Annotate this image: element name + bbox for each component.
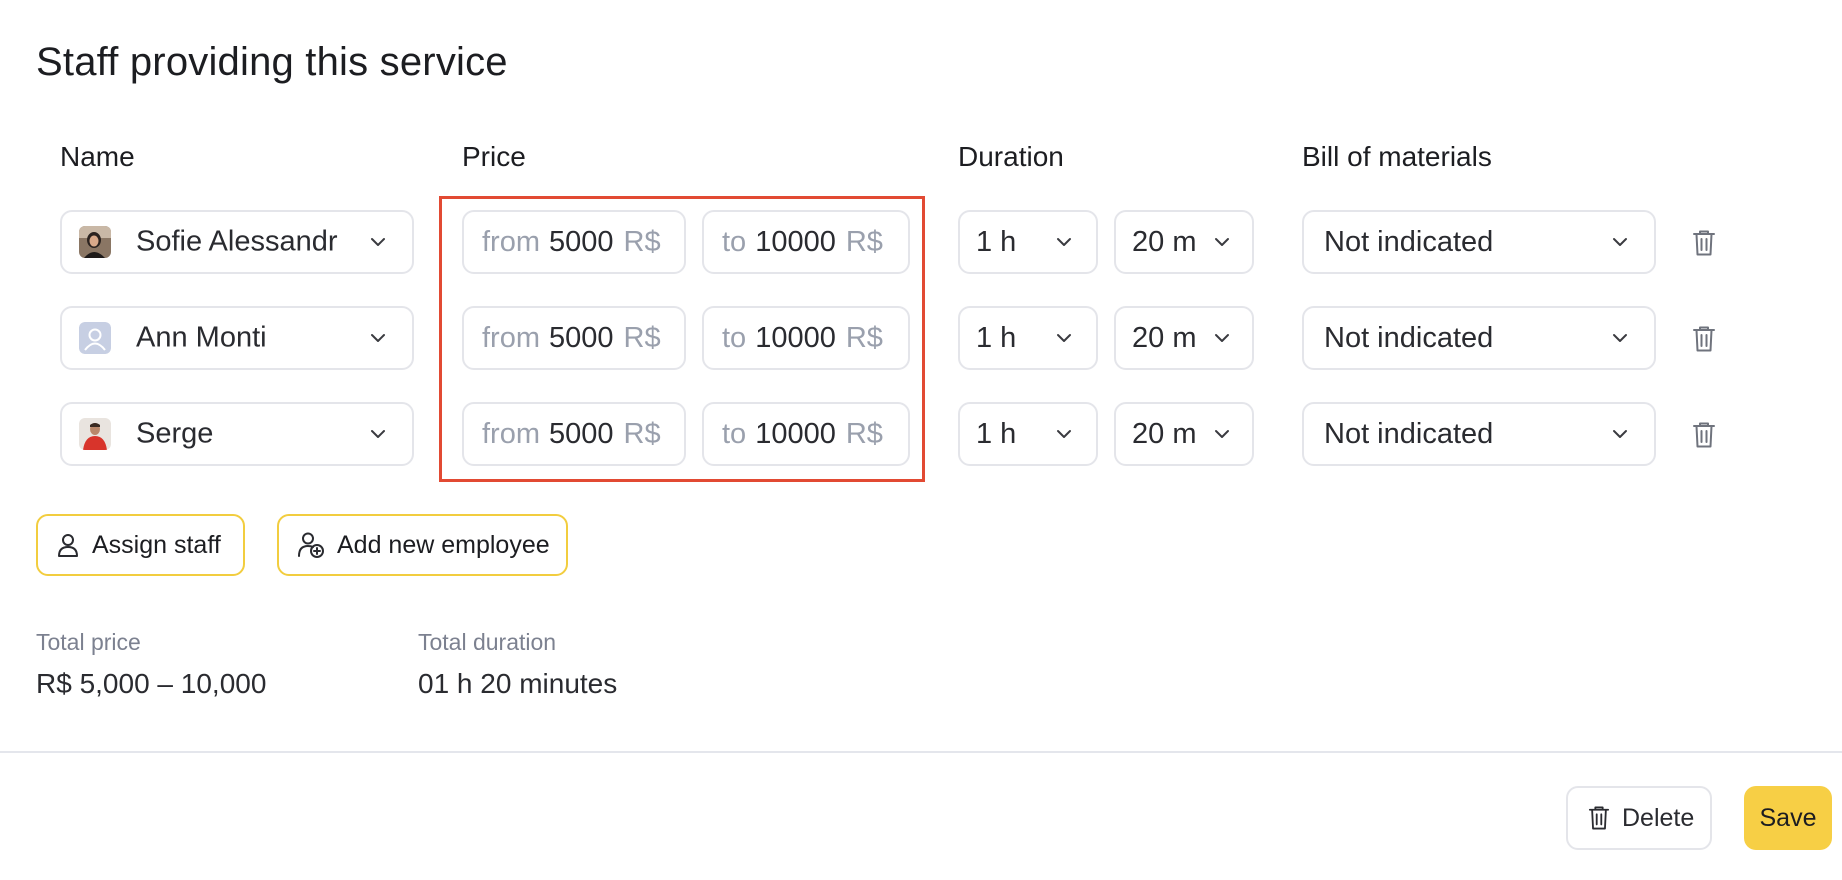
duration-hours-value: 1 h [976, 225, 1017, 258]
column-header-bill-of-materials: Bill of materials [1302, 141, 1492, 172]
chevron-down-icon [1056, 237, 1072, 247]
staff-name: Sofie Alessandr [136, 225, 338, 258]
trash-icon[interactable] [1692, 325, 1716, 353]
bill-of-materials-value: Not indicated [1324, 225, 1494, 258]
chevron-down-icon [370, 333, 386, 343]
duration-hours-value: 1 h [976, 321, 1017, 354]
photo-avatar-woman [79, 226, 111, 258]
duration-minutes-select[interactable]: 20 m [1114, 306, 1254, 370]
footer-divider [0, 751, 1842, 753]
duration-hours-value: 1 h [976, 417, 1017, 450]
chevron-down-icon [1612, 237, 1628, 247]
assign-staff-button[interactable]: Assign staff [36, 514, 245, 576]
staff-name: Serge [136, 417, 214, 450]
total-price-value: R$ 5,000 – 10,000 [36, 668, 267, 699]
duration-minutes-value: 20 m [1132, 321, 1197, 354]
chevron-down-icon [370, 429, 386, 439]
total-duration-label: Total duration [418, 629, 557, 655]
user-icon [58, 534, 78, 557]
total-price-label: Total price [36, 629, 141, 655]
column-header-duration: Duration [958, 141, 1064, 172]
bill-of-materials-value: Not indicated [1324, 321, 1494, 354]
duration-minutes-value: 20 m [1132, 417, 1197, 450]
chevron-down-icon [1612, 333, 1628, 343]
staff-select[interactable]: Ann Monti [60, 306, 414, 370]
chevron-down-icon [1214, 237, 1230, 247]
placeholder-avatar [79, 322, 111, 354]
bill-of-materials-value: Not indicated [1324, 417, 1494, 450]
user-add-icon [298, 532, 324, 558]
chevron-down-icon [1214, 429, 1230, 439]
chevron-down-icon [1214, 333, 1230, 343]
photo-avatar-man [79, 418, 111, 450]
trash-icon[interactable] [1692, 421, 1716, 449]
staff-select[interactable]: Sofie Alessandr [60, 210, 414, 274]
price-highlight-box [439, 196, 925, 482]
column-header-price: Price [462, 141, 526, 172]
bill-of-materials-select[interactable]: Not indicated [1302, 402, 1656, 466]
delete-label: Delete [1622, 803, 1695, 832]
chevron-down-icon [1056, 333, 1072, 343]
duration-minutes-select[interactable]: 20 m [1114, 210, 1254, 274]
add-new-employee-button[interactable]: Add new employee [277, 514, 568, 576]
duration-minutes-select[interactable]: 20 m [1114, 402, 1254, 466]
total-duration-value: 01 h 20 minutes [418, 668, 618, 699]
add-new-employee-label: Add new employee [337, 530, 550, 559]
duration-hours-select[interactable]: 1 h [958, 306, 1098, 370]
page-title: Staff providing this service [36, 40, 508, 84]
chevron-down-icon [370, 237, 386, 247]
trash-icon [1588, 806, 1610, 830]
delete-button[interactable]: Delete [1566, 786, 1712, 850]
trash-icon[interactable] [1692, 229, 1716, 257]
bill-of-materials-select[interactable]: Not indicated [1302, 306, 1656, 370]
save-button[interactable]: Save [1744, 786, 1832, 850]
duration-hours-select[interactable]: 1 h [958, 210, 1098, 274]
chevron-down-icon [1612, 429, 1628, 439]
chevron-down-icon [1056, 429, 1072, 439]
staff-name: Ann Monti [136, 321, 267, 354]
assign-staff-label: Assign staff [92, 530, 221, 559]
duration-hours-select[interactable]: 1 h [958, 402, 1098, 466]
bill-of-materials-select[interactable]: Not indicated [1302, 210, 1656, 274]
duration-minutes-value: 20 m [1132, 225, 1197, 258]
staff-select[interactable]: Serge [60, 402, 414, 466]
column-header-name: Name [60, 141, 135, 172]
